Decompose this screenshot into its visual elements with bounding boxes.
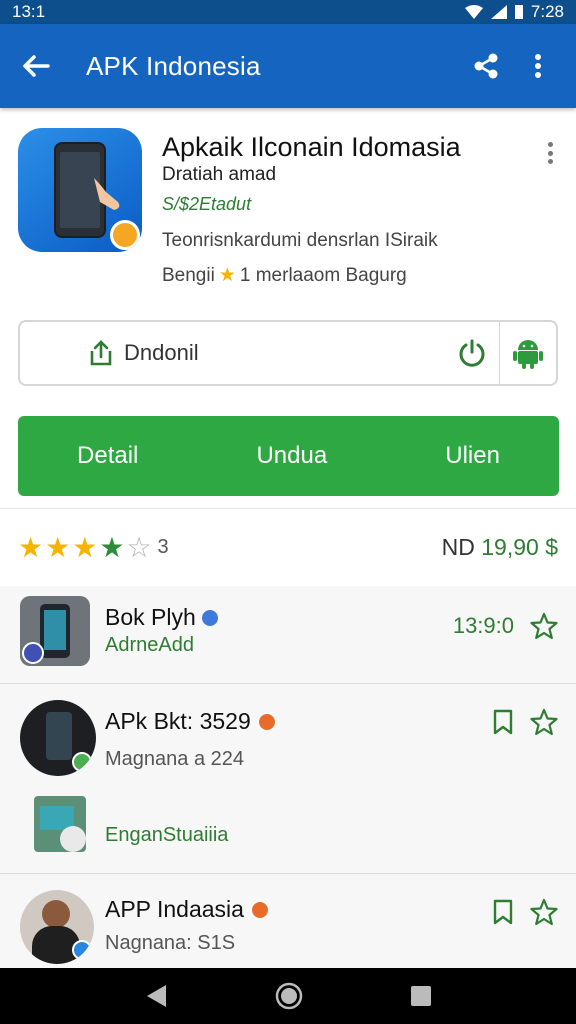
overflow-menu-button[interactable] [516,44,560,88]
status-clock: 7:28 [530,2,564,21]
star-outline-icon: ☆ [126,532,152,563]
price-value: 19,90 $ [481,534,558,560]
tab-detail[interactable]: Detail [55,432,160,480]
app-title: Apkaik Ilconain Idomasia [162,132,461,162]
download-button[interactable]: Dndonil [88,339,444,367]
verified-icon [201,609,218,626]
android-icon [513,340,543,369]
app-tag: S/$2Etadut [162,194,252,214]
item-subtitle: EnganStuaiiia [105,824,229,846]
app-bar-title: APK Indonesia [86,50,261,81]
item-title-text: APP Indaasia [105,896,244,922]
price: ND 19,90 $ [442,534,558,561]
item-thumbnail [20,700,96,776]
hand-icon [94,178,120,210]
status-time: 13:1 [12,2,46,21]
list-item[interactable]: APP Indaasia Nagnana: S1S [0,874,576,968]
android-button[interactable] [500,322,556,384]
app-bar: APK Indonesia [0,24,576,108]
item-title-text: Bok Plyh [105,604,196,630]
share-button[interactable] [464,44,508,88]
action-tab-bar: Detail Undua Ulien [18,416,559,496]
battery-icon [514,5,523,19]
item-actions: 13:9:0 [453,612,558,640]
status-icons: 7:28 [464,2,564,22]
item-sub-thumbnail [34,796,86,852]
header-more-button[interactable] [542,138,558,168]
app-icon [18,128,142,252]
app-developer[interactable]: Dratiah amad [162,164,276,186]
star-icon: ★ [218,265,236,286]
item-thumbnail [20,596,90,666]
star-icon: ★ [18,532,44,563]
share-icon [474,53,498,79]
item-subtitle: Nagnana: S1S [105,932,236,954]
star-outline-icon[interactable] [530,708,558,736]
star-icon: ★ [45,532,71,563]
price-prefix: ND [441,534,475,560]
download-box: Dndonil [18,320,558,386]
download-label: Dndonil [124,340,199,365]
tab-undua[interactable]: Undua [234,432,349,480]
item-title: Bok Plyh [105,604,218,631]
upload-icon [90,340,112,366]
rating-row: ★ ★ ★ ★ ☆ 3 ND 19,90 $ [0,508,576,586]
list-item[interactable]: Bok Plyh AdrneAdd 13:9:0 [0,586,576,684]
app-badge [110,220,140,250]
status-bar: 13:1 7:28 [0,0,576,24]
signal-icon [490,5,507,19]
app-header: Apkaik Ilconain Idomasia Dratiah amad S/… [0,112,576,308]
item-thumbnail [20,890,94,964]
app-list: Bok Plyh AdrneAdd 13:9:0 APk Bkt: 3529 M… [0,586,576,968]
power-icon [459,339,484,367]
home-nav-icon[interactable] [275,982,303,1010]
star-icon: ★ [99,532,125,563]
more-vert-icon [535,54,541,78]
item-actions [492,708,558,736]
rating-count: 3 [157,536,169,558]
back-button[interactable] [16,46,56,86]
system-nav-bar [0,968,576,1024]
app-description: Teonrisnkardumi densrlan ISiraik [162,230,438,251]
list-item[interactable]: APk Bkt: 3529 Magnana a 224 EnganStuaiii… [0,684,576,874]
bookmark-icon[interactable] [492,899,514,925]
arrow-left-icon [23,55,50,77]
item-title: APk Bkt: 3529 [105,708,277,735]
rating-stars: ★ ★ ★ ★ ☆ 3 [18,531,169,564]
star-outline-icon[interactable] [530,898,558,926]
badge-icon [249,899,270,920]
item-subtitle: AdrneAdd [105,634,194,656]
star-icon: ★ [72,532,98,563]
item-price: 13:9:0 [452,613,514,638]
item-subtitle: Magnana a 224 [105,748,245,770]
item-title: APP Indaasia [105,896,270,923]
back-nav-icon[interactable] [144,983,168,1009]
star-outline-icon[interactable] [530,612,558,640]
item-actions [492,898,558,926]
item-title-text: APk Bkt: 3529 [105,708,251,734]
app-meta: Bengii ★ 1 merlaaom Bagurg [162,264,407,287]
badge-icon [256,711,277,732]
tab-ulien[interactable]: Ulien [423,432,522,480]
bookmark-icon[interactable] [492,709,514,735]
meta-text: 1 merlaaom Bagurg [239,264,407,286]
wifi-icon [464,5,483,19]
recents-nav-icon[interactable] [410,985,432,1007]
meta-prefix: Bengii [162,264,215,286]
power-button[interactable] [444,322,500,384]
